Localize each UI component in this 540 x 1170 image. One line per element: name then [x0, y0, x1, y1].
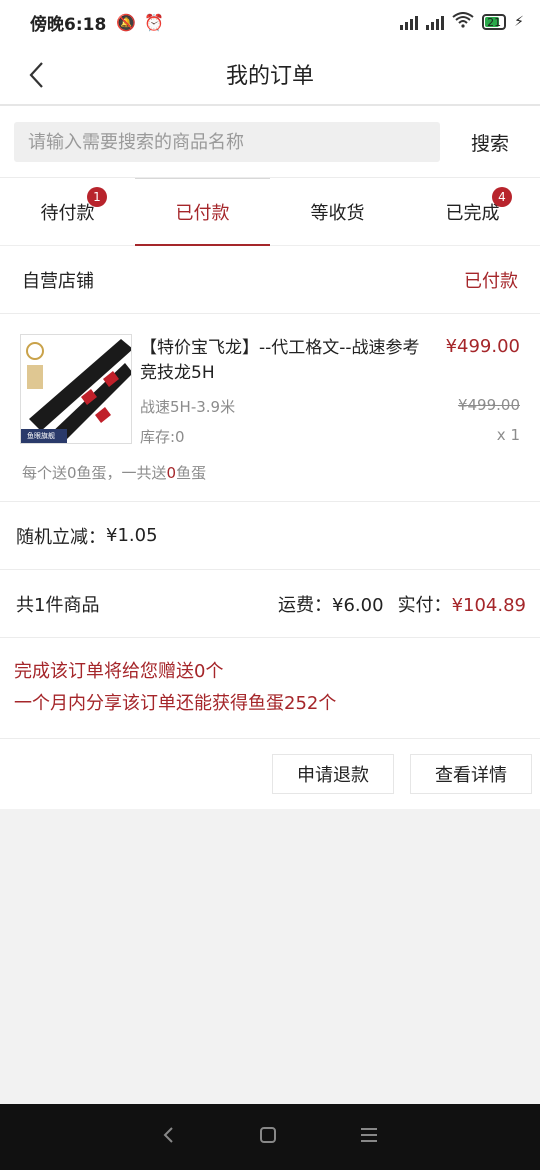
tab-completed[interactable]: 已完成 4 — [405, 178, 540, 246]
discount-value: ¥1.05 — [106, 525, 158, 546]
nav-menu-icon[interactable] — [360, 1127, 378, 1147]
product-original-price: ¥499.00 — [457, 396, 520, 414]
order-status: 已付款 — [464, 270, 518, 292]
tab-awaiting-delivery[interactable]: 等收货 — [270, 178, 405, 246]
tab-label: 已付款 — [175, 203, 230, 224]
view-details-button[interactable]: 查看详情 — [410, 754, 532, 794]
product-stock: 库存:0 — [140, 428, 185, 446]
alarm-clock-icon: ⏰ — [144, 12, 165, 32]
product-spec: 战速5H-3.9米 — [140, 398, 236, 416]
tab-label: 已完成 — [445, 203, 500, 224]
search-bar: 搜索 — [0, 106, 540, 178]
product-price: ¥499.00 — [445, 336, 520, 357]
order-tabs: 待付款 1 已付款 等收货 已完成 4 — [0, 178, 540, 246]
thumb-caption: 鱼眼旗舰 — [27, 432, 55, 440]
cell-signal-icon — [400, 14, 419, 30]
battery-icon: 21 — [482, 14, 507, 30]
reward-notice: 完成该订单将给您赠送0个 一个月内分享该订单还能获得鱼蛋252个 — [0, 638, 540, 739]
tab-label: 等收货 — [310, 203, 365, 224]
order-actions: 申请退款 查看详情 — [0, 739, 540, 809]
paid-label: 实付： — [397, 594, 452, 616]
gift-suffix: 鱼蛋 — [176, 464, 207, 482]
search-input[interactable] — [14, 122, 440, 162]
wifi-icon — [452, 12, 474, 32]
paid-amount: 实付：¥104.89 — [398, 591, 526, 617]
nav-bar: 我的订单 — [0, 44, 540, 106]
notice-line-2: 一个月内分享该订单还能获得鱼蛋252个 — [14, 693, 337, 714]
refund-button[interactable]: 申请退款 — [272, 754, 394, 794]
tab-paid[interactable]: 已付款 — [135, 178, 270, 246]
fishing-rod-image — [21, 335, 131, 443]
product-quantity: x 1 — [496, 426, 520, 444]
summary-row: 共1件商品 运费：¥6.00 实付：¥104.89 — [0, 570, 540, 638]
gift-count: 0 — [166, 464, 177, 482]
paid-value: ¥104.89 — [451, 594, 526, 616]
tab-badge: 1 — [87, 187, 107, 207]
nav-home-icon[interactable] — [259, 1126, 277, 1148]
tab-pending-payment[interactable]: 待付款 1 — [0, 178, 135, 246]
nav-back-icon[interactable] — [162, 1126, 176, 1148]
notice-line-1: 完成该订单将给您赠送0个 — [14, 661, 224, 682]
system-nav-bar — [0, 1104, 540, 1170]
tab-badge: 4 — [492, 187, 512, 207]
product-thumbnail[interactable]: 鱼眼旗舰 — [20, 334, 132, 444]
shipping-fee: 运费：¥6.00 — [278, 591, 384, 617]
status-bar: 傍晚6:18 🔕 ⏰ 21 ⚡ — [0, 0, 540, 44]
tab-label: 待付款 — [40, 203, 95, 224]
order-card: 自营店铺 已付款 鱼眼旗舰 【特价宝飞龙】--代工格文--战速参考竞技龙5H ¥… — [0, 246, 540, 809]
item-count: 共1件商品 — [16, 594, 100, 616]
shipping-label: 运费： — [278, 594, 333, 616]
charging-icon: ⚡ — [514, 14, 524, 30]
product-name: 【特价宝飞龙】--代工格文--战速参考竞技龙5H — [140, 338, 420, 383]
discount-row: 随机立减： ¥1.05 — [0, 502, 540, 570]
product-item[interactable]: 鱼眼旗舰 【特价宝飞龙】--代工格文--战速参考竞技龙5H ¥499.00 战速… — [0, 314, 540, 502]
back-button[interactable] — [26, 60, 48, 90]
page-title: 我的订单 — [225, 64, 314, 89]
battery-level: 21 — [487, 15, 502, 29]
chevron-left-icon — [29, 62, 43, 88]
search-button[interactable]: 搜索 — [450, 122, 530, 162]
shipping-value: ¥6.00 — [332, 594, 384, 616]
gift-info: 每个送0鱼蛋，一共送0鱼蛋 — [22, 462, 206, 483]
status-time: 傍晚6:18 — [30, 14, 107, 35]
alarm-off-icon: 🔕 — [116, 12, 137, 32]
store-row: 自营店铺 已付款 — [0, 246, 540, 314]
hd-signal-icon — [426, 14, 445, 30]
gift-prefix: 每个送0鱼蛋，一共送 — [22, 464, 167, 482]
store-name: 自营店铺 — [22, 270, 94, 292]
discount-label: 随机立减： — [16, 526, 106, 548]
